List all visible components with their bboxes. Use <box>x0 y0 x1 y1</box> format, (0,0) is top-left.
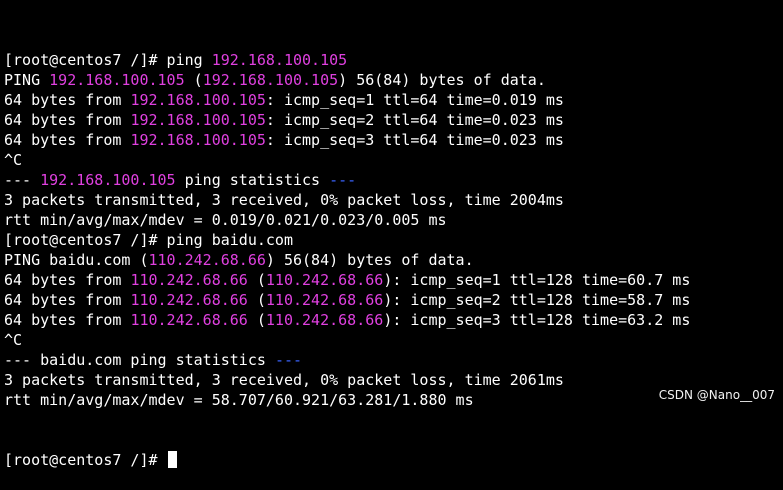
terminal-line: --- 192.168.100.105 ping statistics --- <box>4 170 779 190</box>
terminal-line: 64 bytes from 192.168.100.105: icmp_seq=… <box>4 110 779 130</box>
terminal-text: ^C <box>4 151 23 169</box>
terminal-text: [root@centos7 /]# ping <box>4 51 212 69</box>
terminal-text: 64 bytes from <box>4 131 131 149</box>
terminal-text: ): icmp_seq=3 ttl=128 time=63.2 ms <box>383 311 691 329</box>
highlighted-text: 110.242.68.66 <box>265 311 384 329</box>
highlighted-text: 110.242.68.66 <box>148 251 266 269</box>
terminal-text: PING baidu.com ( <box>4 251 149 269</box>
highlighted-text: --- <box>274 351 303 369</box>
terminal-text: ping statistics <box>175 171 330 189</box>
terminal-line: PING 192.168.100.105 (192.168.100.105) 5… <box>4 70 779 90</box>
terminal-text: --- <box>4 171 41 189</box>
terminal-line: ^C <box>4 330 779 350</box>
terminal-text: ( <box>247 311 266 329</box>
highlighted-text: 192.168.100.105 <box>49 71 185 89</box>
highlighted-text: 110.242.68.66 <box>265 291 384 309</box>
terminal-text: 64 bytes from <box>4 311 131 329</box>
terminal-text: --- baidu.com ping statistics <box>4 351 275 369</box>
highlighted-text: 192.168.100.105 <box>211 51 348 69</box>
terminal-line: 64 bytes from 110.242.68.66 (110.242.68.… <box>4 290 779 310</box>
highlighted-text: --- <box>329 171 357 189</box>
terminal-text: ( <box>247 291 266 309</box>
terminal-text: 64 bytes from <box>4 111 131 129</box>
csdn-watermark: CSDN @Nano__007 <box>658 388 775 402</box>
terminal-line: 3 packets transmitted, 3 received, 0% pa… <box>4 370 779 390</box>
highlighted-text: 110.242.68.66 <box>130 311 248 329</box>
text-cursor <box>167 451 177 468</box>
highlighted-text: 110.242.68.66 <box>130 291 248 309</box>
terminal-line: [root@centos7 /]# ping baidu.com <box>4 230 779 250</box>
terminal-text: [root@centos7 /]# ping baidu.com <box>4 231 293 249</box>
terminal-line: rtt min/avg/max/mdev = 0.019/0.021/0.023… <box>4 210 779 230</box>
highlighted-text: 192.168.100.105 <box>40 171 176 189</box>
terminal-text: ( <box>184 71 203 89</box>
terminal-text: : icmp_seq=1 ttl=64 time=0.019 ms <box>265 91 564 109</box>
highlighted-text: 192.168.100.105 <box>202 71 339 89</box>
terminal-text: ^C <box>4 331 23 349</box>
terminal-text: ) 56(84) bytes of data. <box>338 71 546 89</box>
shell-prompt: [root@centos7 /]# <box>4 451 167 469</box>
terminal-lines: [root@centos7 /]# ping 192.168.100.105 PI… <box>4 50 779 410</box>
terminal-line: --- baidu.com ping statistics --- <box>4 350 779 370</box>
terminal-text: ) 56(84) bytes of data. <box>265 251 474 269</box>
terminal-text: ): icmp_seq=2 ttl=128 time=58.7 ms <box>383 291 691 309</box>
terminal-text: : icmp_seq=3 ttl=64 time=0.023 ms <box>265 131 564 149</box>
terminal-line: 3 packets transmitted, 3 received, 0% pa… <box>4 190 779 210</box>
highlighted-text: 192.168.100.105 <box>130 131 266 149</box>
terminal-text: rtt min/avg/max/mdev = 0.019/0.021/0.023… <box>4 211 447 229</box>
terminal-text: 3 packets transmitted, 3 received, 0% pa… <box>4 191 564 209</box>
terminal-output[interactable]: [root@centos7 /]# ping 192.168.100.105 PI… <box>4 10 779 490</box>
terminal-text: : icmp_seq=2 ttl=64 time=0.023 ms <box>265 111 564 129</box>
highlighted-text: 110.242.68.66 <box>130 271 248 289</box>
terminal-text: ( <box>247 271 266 289</box>
highlighted-text: 110.242.68.66 <box>265 271 384 289</box>
terminal-text: 64 bytes from <box>4 271 131 289</box>
highlighted-text: 192.168.100.105 <box>130 111 266 129</box>
terminal-line: PING baidu.com (110.242.68.66) 56(84) by… <box>4 250 779 270</box>
terminal-line: 64 bytes from 192.168.100.105: icmp_seq=… <box>4 130 779 150</box>
terminal-text: 64 bytes from <box>4 91 131 109</box>
terminal-line: 64 bytes from 110.242.68.66 (110.242.68.… <box>4 310 779 330</box>
terminal-text: 3 packets transmitted, 3 received, 0% pa… <box>4 371 564 389</box>
terminal-text: rtt min/avg/max/mdev = 58.707/60.921/63.… <box>4 391 474 409</box>
highlighted-text: 192.168.100.105 <box>130 91 266 109</box>
terminal-line: ^C <box>4 150 779 170</box>
terminal-line: 64 bytes from 110.242.68.66 (110.242.68.… <box>4 270 779 290</box>
terminal-text: 64 bytes from <box>4 291 131 309</box>
terminal-text: ): icmp_seq=1 ttl=128 time=60.7 ms <box>383 271 691 289</box>
terminal-text: PING <box>4 71 50 89</box>
terminal-prompt-line[interactable]: [root@centos7 /]# <box>4 450 779 470</box>
terminal-line: [root@centos7 /]# ping 192.168.100.105 <box>4 50 779 70</box>
terminal-line: 64 bytes from 192.168.100.105: icmp_seq=… <box>4 90 779 110</box>
